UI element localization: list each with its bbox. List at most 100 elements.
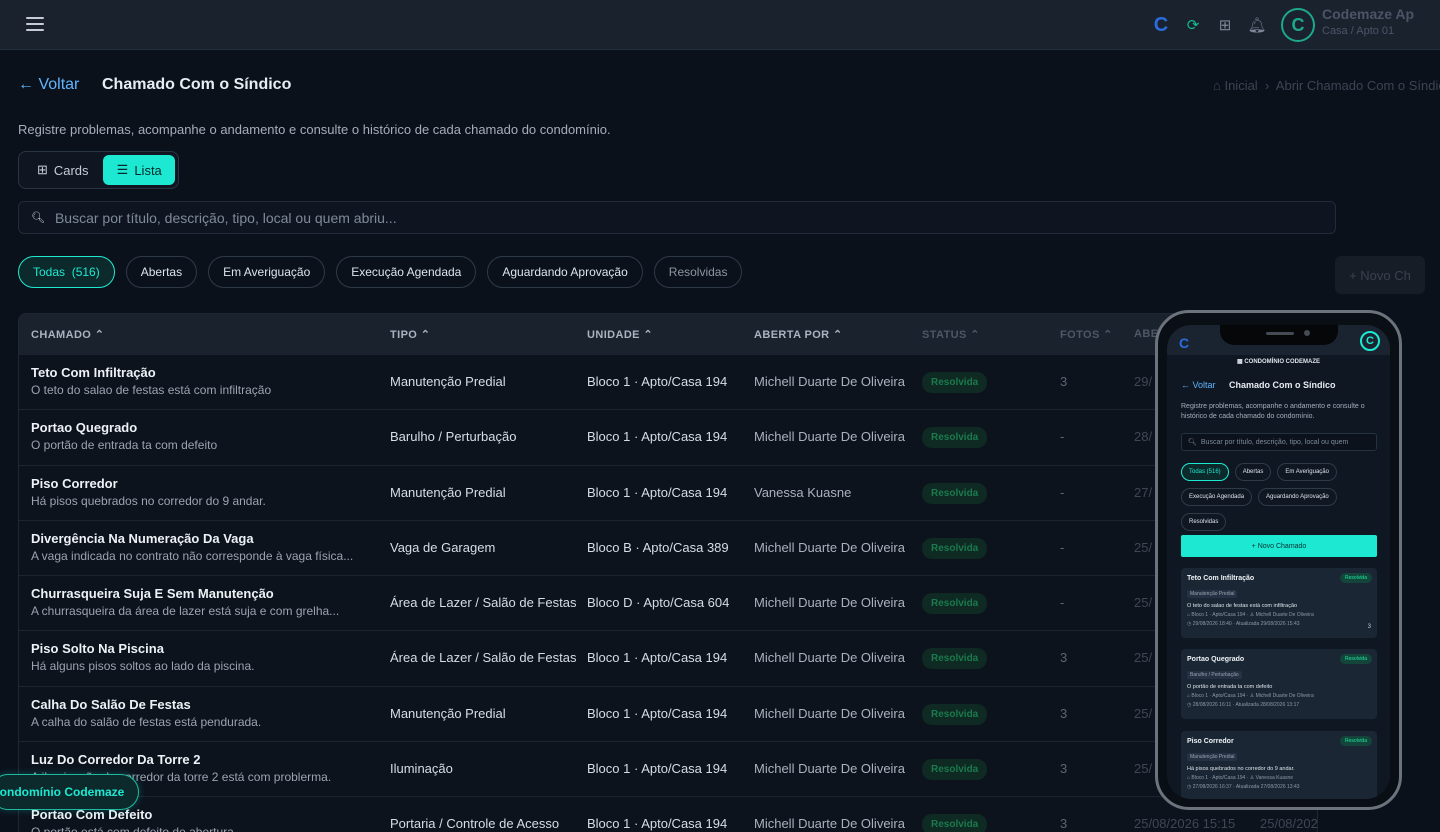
search-icon: 🔍︎ bbox=[1188, 439, 1197, 446]
avatar[interactable]: C bbox=[1281, 8, 1315, 42]
mobile-filter-chip[interactable]: Todas (516) bbox=[1181, 463, 1229, 481]
mobile-card-dates: ◷ 28/08/2026 16:11 · Atualizada 28/08/20… bbox=[1187, 702, 1300, 708]
ticket-type: Manutenção Predial bbox=[390, 705, 506, 721]
mobile-new-ticket-button[interactable]: + Novo Chamado bbox=[1181, 535, 1377, 557]
bell-icon[interactable]: 🔔︎ bbox=[1246, 14, 1268, 36]
user-role: Casa / Apto 01 bbox=[1322, 25, 1395, 37]
status-badge: Resolvida bbox=[922, 593, 988, 615]
status-cell: Resolvida bbox=[922, 648, 988, 670]
filter-abertas[interactable]: Abertas bbox=[125, 256, 198, 288]
table-row[interactable]: Churrasqueira Suja E Sem Manutenção A ch… bbox=[19, 575, 1317, 631]
condo-switcher-pill[interactable]: Condomínio Codemaze bbox=[0, 774, 140, 810]
ticket-cell: Teto Com Infiltração O teto do salao de … bbox=[31, 365, 271, 397]
col-chamado[interactable]: CHAMADO ⌃ bbox=[31, 328, 104, 341]
filter-todas[interactable]: Todas (516) bbox=[18, 256, 115, 288]
ticket-cell: Portao Com Defeito O portão está com def… bbox=[31, 807, 234, 832]
ticket-type: Área de Lazer / Salão de Festas bbox=[390, 595, 577, 611]
status-badge: Resolvida bbox=[1340, 654, 1372, 664]
col-status[interactable]: STATUS ⌃ bbox=[922, 328, 980, 341]
mobile-ticket-card[interactable]: Portao Quegrado Resolvida Barulho / Pert… bbox=[1181, 649, 1377, 719]
ticket-unit: Bloco 1 · Apto/Casa 194 bbox=[587, 761, 728, 777]
grid-icon: ⊞ bbox=[36, 162, 48, 177]
filter-label: Abertas bbox=[140, 265, 183, 279]
status-badge: Resolvida bbox=[1340, 736, 1372, 746]
ticket-unit: Bloco 1 · Apto/Casa 194 bbox=[587, 816, 728, 832]
mobile-search-placeholder: Buscar por título, descrição, tipo, loca… bbox=[1200, 438, 1349, 446]
table-row[interactable]: Luz Do Corredor Da Torre 2 A iluminação … bbox=[19, 741, 1317, 797]
ticket-photos: 3 bbox=[1060, 705, 1068, 721]
ticket-unit: Bloco 1 · Apto/Casa 194 bbox=[587, 650, 728, 666]
ticket-cell: Piso Solto Na Piscina Há alguns pisos so… bbox=[31, 641, 254, 673]
breadcrumb-home[interactable]: ⌂ Inicial bbox=[1213, 78, 1258, 93]
mobile-preview: C C ▦ CONDOMÍNIO CODEMAZE ← Voltar Chama… bbox=[1155, 310, 1402, 810]
mobile-card-tag: Barulho / Perturbação bbox=[1187, 671, 1242, 679]
refresh-icon[interactable]: ⟳ bbox=[1182, 14, 1204, 36]
status-cell: Resolvida bbox=[922, 482, 988, 504]
back-link[interactable]: ← Voltar bbox=[18, 76, 79, 94]
status-badge: Resolvida bbox=[922, 427, 988, 449]
mobile-ticket-card[interactable]: Piso Corredor Resolvida Manutenção Predi… bbox=[1181, 731, 1377, 799]
ticket-description: A calha do salão de festas está pendurad… bbox=[31, 714, 262, 729]
mobile-filter-chip[interactable]: Execução Agendada bbox=[1181, 488, 1253, 506]
mobile-condo-label: CONDOMÍNIO CODEMAZE bbox=[1244, 359, 1320, 365]
col-aberta-por[interactable]: ABERTA POR ⌃ bbox=[754, 328, 843, 341]
apps-grid-icon[interactable]: ⊞ bbox=[1214, 14, 1236, 36]
ticket-photos: - bbox=[1060, 484, 1065, 500]
mobile-card-tag: Manutenção Predial bbox=[1187, 753, 1238, 761]
search-input[interactable]: 🔍︎ Buscar por título, descrição, tipo, l… bbox=[18, 201, 1336, 234]
filter-execucao-agendada[interactable]: Execução Agendada bbox=[336, 256, 477, 288]
col-unidade[interactable]: UNIDADE ⌃ bbox=[587, 328, 653, 341]
new-ticket-button[interactable]: + Novo Ch bbox=[1335, 256, 1425, 294]
table-row[interactable]: Piso Solto Na Piscina Há alguns pisos so… bbox=[19, 630, 1317, 686]
ticket-description: Há alguns pisos soltos ao lado da piscin… bbox=[31, 659, 255, 674]
ticket-cell: Churrasqueira Suja E Sem Manutenção A ch… bbox=[31, 586, 339, 618]
filter-resolvidas[interactable]: Resolvidas bbox=[653, 256, 743, 288]
ticket-opened-by: Michell Duarte De Oliveira bbox=[754, 650, 905, 666]
ticket-opened-by: Vanessa Kuasne bbox=[754, 484, 852, 500]
ticket-description: O teto do salao de festas está com infil… bbox=[31, 383, 272, 397]
ticket-opened-at: 25/ bbox=[1134, 761, 1153, 777]
ticket-title: Teto Com Infiltração bbox=[31, 365, 156, 380]
status-cell: Resolvida bbox=[922, 703, 988, 725]
table-row[interactable]: Portao Com Defeito O portão está com def… bbox=[19, 796, 1317, 832]
user-info[interactable]: Codemaze Ap Casa / Apto 01 bbox=[1322, 6, 1440, 37]
mobile-filter-chip[interactable]: Em Averiguação bbox=[1277, 463, 1337, 481]
status-cell: Resolvida bbox=[922, 814, 988, 832]
mobile-search-input[interactable]: 🔍︎ Buscar por título, descrição, tipo, lo… bbox=[1181, 433, 1377, 451]
tickets-table: CHAMADO ⌃ TIPO ⌃ UNIDADE ⌃ ABERTA POR ⌃ … bbox=[18, 313, 1318, 832]
table-row[interactable]: Divergência Na Numeração Da Vaga A vaga … bbox=[19, 519, 1317, 576]
table-row[interactable]: Piso Corredor Há pisos quebrados no corr… bbox=[19, 464, 1317, 520]
filter-em-averiguacao[interactable]: Em Averiguação bbox=[208, 256, 326, 288]
ticket-type: Manutenção Predial bbox=[390, 374, 506, 389]
mobile-filter-chip[interactable]: Aguardando Aprovação bbox=[1258, 488, 1337, 506]
filter-aguardando-aprovacao[interactable]: Aguardando Aprovação bbox=[487, 256, 643, 288]
table-row[interactable]: Portao Quegrado O portão de entrada ta c… bbox=[19, 409, 1317, 465]
filter-label: Aguardando Aprovação bbox=[502, 265, 628, 279]
table-row[interactable]: Calha Do Salão De Festas A calha do salã… bbox=[19, 685, 1317, 742]
status-cell: Resolvida bbox=[922, 427, 988, 449]
ticket-opened-at: 25/ bbox=[1134, 650, 1153, 666]
col-fotos[interactable]: FOTOS ⌃ bbox=[1060, 328, 1113, 341]
mobile-filter-chip[interactable]: Abertas bbox=[1234, 463, 1272, 481]
mobile-ticket-card[interactable]: Teto Com Infiltração Resolvida Manutençã… bbox=[1181, 568, 1377, 638]
mobile-back-link[interactable]: ← Voltar bbox=[1181, 380, 1216, 390]
status-badge: Resolvida bbox=[1340, 573, 1372, 583]
search-icon: 🔍︎ bbox=[31, 212, 45, 224]
ticket-cell: Portao Quegrado O portão de entrada ta c… bbox=[31, 420, 217, 452]
mobile-filter-chip[interactable]: Resolvidas bbox=[1181, 513, 1227, 531]
ticket-title: Luz Do Corredor Da Torre 2 bbox=[31, 752, 201, 768]
ticket-cell: Piso Corredor Há pisos quebrados no corr… bbox=[31, 476, 266, 508]
col-tipo[interactable]: TIPO ⌃ bbox=[390, 328, 430, 341]
menu-icon[interactable] bbox=[26, 17, 44, 31]
ticket-unit: Bloco 1 · Apto/Casa 194 bbox=[587, 374, 728, 389]
status-badge: Resolvida bbox=[922, 537, 988, 559]
table-row[interactable]: Teto Com Infiltração O teto do salao de … bbox=[19, 354, 1317, 410]
brand-logo-icon: C bbox=[1179, 335, 1190, 351]
ticket-description: O portão está com defeito de abertura bbox=[31, 825, 234, 832]
list-view-button[interactable]: ☰ Lista bbox=[103, 155, 175, 185]
cards-view-button[interactable]: ⊞ Cards bbox=[22, 155, 103, 185]
mobile-card-meta: ⌂ Bloco 1 · Apto/Casa 194 · ♙ Michell Du… bbox=[1187, 612, 1314, 618]
ticket-opened-by: Michell Duarte De Oliveira bbox=[754, 539, 905, 555]
ticket-unit: Bloco 1 · Apto/Casa 194 bbox=[587, 484, 728, 500]
avatar[interactable]: C bbox=[1360, 331, 1380, 351]
